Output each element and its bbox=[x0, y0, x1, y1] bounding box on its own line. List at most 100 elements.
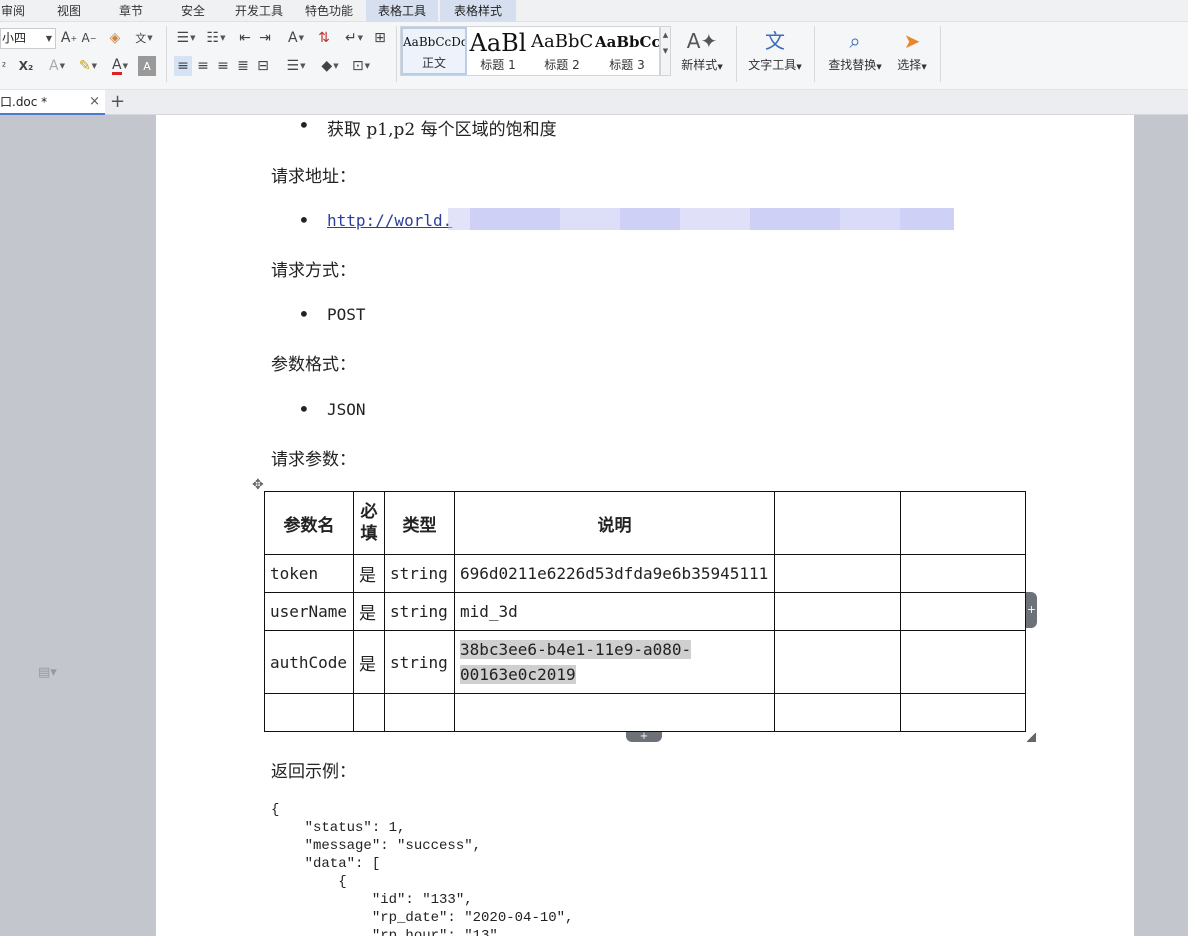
style-sample: AaBl bbox=[469, 29, 527, 57]
tab-security[interactable]: 安全 bbox=[174, 0, 212, 22]
request-method-label: 请求方式： bbox=[271, 261, 356, 281]
sort-icon[interactable]: ⇅ bbox=[314, 28, 334, 48]
table-cell[interactable]: string bbox=[384, 554, 455, 593]
tab-view[interactable]: 视图 bbox=[50, 0, 88, 22]
shrink-font-icon[interactable]: A − bbox=[80, 28, 98, 48]
table-row: userName 是 string mid_3d bbox=[264, 592, 1026, 631]
add-row-handle-icon[interactable]: + bbox=[626, 732, 662, 742]
decrease-indent-icon[interactable]: ⇤ bbox=[236, 28, 254, 48]
show-marks-icon[interactable]: ↵ ▼ bbox=[342, 28, 366, 48]
text-tools-button[interactable]: 文 文字工具▼ bbox=[744, 26, 806, 84]
table-cell[interactable] bbox=[454, 693, 775, 732]
document-page[interactable]: • 获取 p1,p2 每个区域的饱和度 请求地址： • http://world… bbox=[156, 115, 1134, 936]
table-cell[interactable]: mid_3d bbox=[454, 592, 775, 631]
ribbon-separator bbox=[396, 26, 397, 82]
table-cell[interactable]: 是 bbox=[353, 630, 385, 694]
shading-icon[interactable]: ◆ ▼ bbox=[316, 56, 344, 76]
table-cell[interactable]: string bbox=[384, 630, 455, 694]
highlight-icon[interactable]: ✎ ▼ bbox=[74, 56, 102, 76]
code-line: "status": 1, bbox=[271, 820, 406, 836]
tab-features[interactable]: 特色功能 bbox=[300, 0, 358, 22]
tab-table-style[interactable]: 表格样式 bbox=[440, 0, 516, 22]
select-button[interactable]: ➤ 选择▼ bbox=[892, 26, 932, 84]
style-label: 正文 bbox=[421, 56, 446, 70]
document-canvas: ▤▾ • 获取 p1,p2 每个区域的饱和度 请求地址： • http://wo… bbox=[0, 115, 1188, 936]
tab-chapter[interactable]: 章节 bbox=[112, 0, 150, 22]
subscript-icon[interactable]: X₂ bbox=[16, 56, 36, 76]
table-cell[interactable] bbox=[774, 592, 901, 631]
table-cell[interactable]: string bbox=[384, 592, 455, 631]
close-icon[interactable]: × bbox=[89, 90, 100, 114]
style-gallery-scroll[interactable]: ▲ ▼ bbox=[660, 26, 671, 76]
param-format-label: 参数格式： bbox=[271, 355, 356, 375]
find-replace-icon: ⌕ bbox=[849, 29, 861, 53]
table-cell[interactable] bbox=[900, 592, 1026, 631]
new-style-button[interactable]: A✦ 新样式▼ bbox=[676, 26, 728, 84]
document-options-icon[interactable]: ▤▾ bbox=[38, 665, 57, 680]
request-url-link[interactable]: http://world. bbox=[327, 211, 452, 230]
table-grid-icon[interactable]: ⊞ bbox=[370, 28, 390, 48]
style-label: 标题 1 bbox=[480, 58, 516, 72]
style-heading1[interactable]: AaBl 标题 1 bbox=[467, 27, 529, 75]
param-format-value: JSON bbox=[327, 400, 366, 419]
table-move-handle-icon[interactable]: ✥ bbox=[252, 477, 264, 493]
table-cell[interactable]: authCode bbox=[264, 630, 354, 694]
table-cell[interactable] bbox=[774, 554, 901, 593]
increase-indent-icon[interactable]: ⇥ bbox=[256, 28, 274, 48]
table-header-cell[interactable]: 类型 bbox=[384, 491, 455, 555]
table-cell[interactable] bbox=[900, 554, 1026, 593]
ribbon-separator bbox=[166, 26, 167, 82]
numbered-list-icon[interactable]: ☷ ▼ bbox=[202, 28, 230, 48]
align-left-icon[interactable]: ≡ bbox=[174, 56, 192, 76]
font-size-select[interactable]: 小四 ▼ bbox=[0, 28, 56, 49]
table-header-cell[interactable]: 说明 bbox=[454, 491, 775, 555]
table-row bbox=[264, 693, 1026, 732]
table-cell[interactable] bbox=[900, 693, 1026, 732]
table-header-cell[interactable] bbox=[900, 491, 1026, 555]
distributed-icon[interactable]: ⊟ bbox=[254, 56, 272, 76]
font-color-icon[interactable]: A ▼ bbox=[106, 56, 134, 76]
bullet-list-icon[interactable]: ☰ ▼ bbox=[172, 28, 200, 48]
phonetic-guide-icon[interactable]: 文 ▼ bbox=[130, 28, 158, 48]
table-cell[interactable] bbox=[264, 693, 354, 732]
table-cell[interactable]: 696d0211e6226d53dfda9e6b35945111 bbox=[454, 554, 775, 593]
justify-icon[interactable]: ≣ bbox=[234, 56, 252, 76]
border-icon[interactable]: ⊡ ▼ bbox=[348, 56, 374, 76]
tab-dev-tools[interactable]: 开发工具 bbox=[230, 0, 288, 22]
add-column-handle-icon[interactable]: + bbox=[1026, 592, 1037, 628]
style-heading3[interactable]: AaBbCcl 标题 3 bbox=[595, 27, 659, 75]
table-header-row: 参数名 必填 类型 说明 bbox=[264, 491, 1026, 555]
line-spacing-icon[interactable]: ☰ ▼ bbox=[282, 56, 310, 76]
grow-font-icon[interactable]: A + bbox=[60, 28, 78, 48]
tab-review[interactable]: 审阅 bbox=[0, 0, 28, 22]
table-cell[interactable] bbox=[384, 693, 455, 732]
align-right-icon[interactable]: ≡ bbox=[214, 56, 232, 76]
style-heading2[interactable]: AaBbC 标题 2 bbox=[531, 27, 593, 75]
table-header-cell[interactable]: 参数名 bbox=[264, 491, 354, 555]
table-resize-handle-icon[interactable] bbox=[1027, 733, 1036, 742]
find-replace-button[interactable]: ⌕ 查找替换▼ bbox=[824, 26, 886, 84]
table-cell[interactable] bbox=[900, 630, 1026, 694]
table-header-cell[interactable]: 必填 bbox=[353, 491, 385, 555]
add-tab-icon[interactable]: + bbox=[110, 90, 125, 114]
table-cell[interactable]: 是 bbox=[353, 592, 385, 631]
table-cell[interactable] bbox=[353, 693, 385, 732]
align-center-icon[interactable]: ≡ bbox=[194, 56, 212, 76]
select-label: 选择 bbox=[897, 58, 922, 72]
table-cell[interactable] bbox=[774, 630, 901, 694]
auth-code-cell[interactable]: 38bc3ee6-b4e1-11e9-a080- 00163e0c2019 bbox=[454, 630, 775, 694]
table-cell[interactable]: 是 bbox=[353, 554, 385, 593]
tab-table-tools[interactable]: 表格工具 bbox=[366, 0, 438, 22]
table-cell[interactable]: userName bbox=[264, 592, 354, 631]
table-cell[interactable]: token bbox=[264, 554, 354, 593]
document-tab[interactable]: 口.doc * × bbox=[0, 90, 105, 115]
superscript-icon[interactable]: ² bbox=[0, 56, 12, 76]
clear-format-icon[interactable]: ◈ bbox=[106, 28, 124, 48]
code-line: { bbox=[271, 874, 347, 890]
change-case-icon[interactable]: A ▼ bbox=[282, 28, 310, 48]
text-effect-icon[interactable]: A ▼ bbox=[44, 56, 70, 76]
table-cell[interactable] bbox=[774, 693, 901, 732]
table-header-cell[interactable] bbox=[774, 491, 901, 555]
style-normal[interactable]: AaBbCcDd 正文 bbox=[401, 27, 467, 75]
char-shading-icon[interactable]: A bbox=[138, 56, 156, 76]
